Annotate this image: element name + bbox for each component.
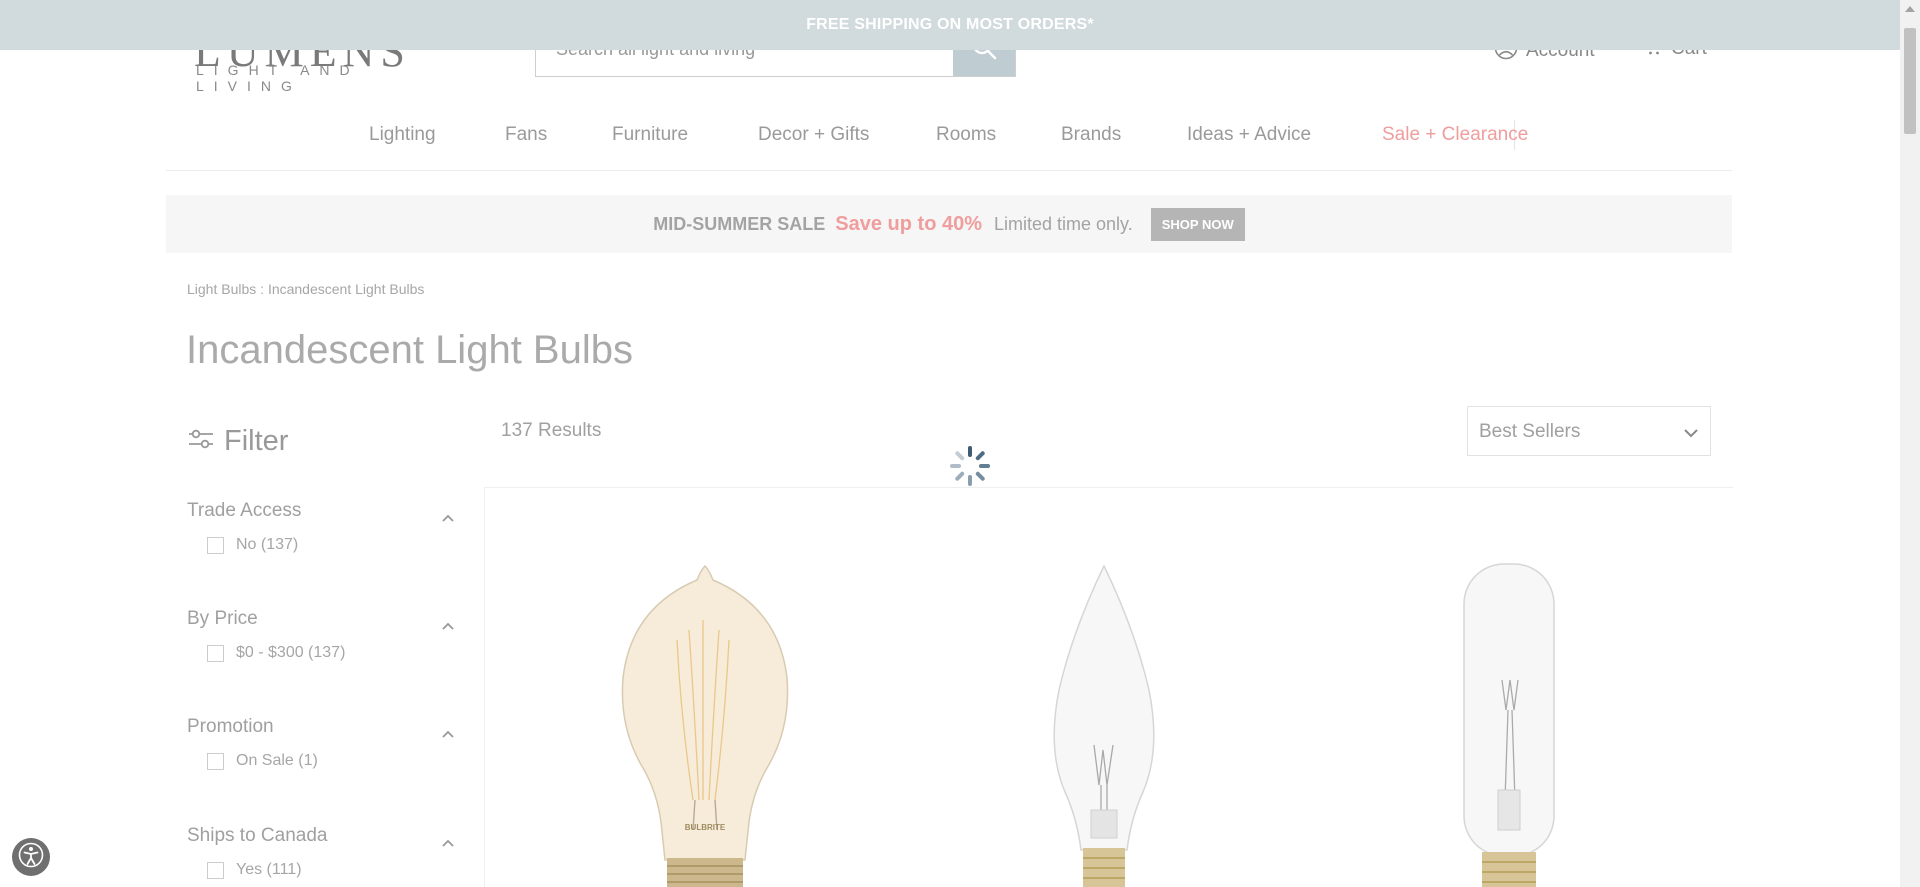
nav-item-lighting[interactable]: Lighting [369,124,436,146]
shop-now-button[interactable]: SHOP NOW [1150,207,1245,241]
filter-checkbox[interactable] [207,861,224,879]
filter-group-title: Trade Access [187,500,302,521]
filter-group-promotion: Promotion On Sale (1) [187,716,454,770]
filter-option-label: On Sale (1) [236,752,318,769]
filter-checkbox[interactable] [207,752,224,770]
nav-item-ideas-advice[interactable]: Ideas + Advice [1187,124,1311,146]
product-card[interactable]: BULBRITE [585,560,815,887]
bulb-brand-text: BULBRITE [685,823,726,832]
accessibility-icon [18,842,44,873]
product-image-filament-bulb: BULBRITE [621,564,789,887]
page-title: Incandescent Light Bulbs [186,328,633,372]
sort-select[interactable]: Best Sellers [1467,406,1711,456]
filter-group-title: By Price [187,608,258,629]
sort-value: Best Sellers [1479,421,1581,442]
main-navigation: Lighting Fans Furniture Decor + Gifts Ro… [166,100,1732,171]
filter-option[interactable]: On Sale (1) [207,752,318,770]
promo-highlight: Save up to 40% [835,212,982,235]
filter-option-label: No (137) [236,536,299,553]
loading-spinner-icon [948,444,992,493]
scroll-up-arrow-icon[interactable] [1900,0,1920,18]
promo-label: MID-SUMMER SALE [653,213,826,234]
chevron-up-icon [442,506,454,528]
promo-note: Limited time only. [994,213,1133,234]
filter-group-title: Ships to Canada [187,825,328,846]
filter-option-label: $0 - $300 (137) [236,644,346,661]
nav-item-fans[interactable]: Fans [505,124,547,146]
filter-group-price: By Price $0 - $300 (137) [187,608,454,662]
logo-tagline: LIGHT AND LIVING [196,62,360,94]
free-shipping-banner: FREE SHIPPING ON MOST ORDERS* [0,0,1900,50]
chevron-down-icon [1684,425,1698,443]
filter-option[interactable]: No (137) [207,536,298,554]
scrollbar-thumb[interactable] [1904,28,1916,134]
vertical-scrollbar[interactable] [1900,0,1920,887]
filter-label: Filter [224,425,289,457]
page: LUMENS LIGHT AND LIVING Account Cart FRE… [0,0,1900,887]
breadcrumb[interactable]: Light Bulbs : Incandescent Light Bulbs [187,281,424,297]
product-card[interactable] [989,560,1219,887]
chevron-up-icon [442,614,454,636]
nav-item-rooms[interactable]: Rooms [936,124,996,146]
filter-group-title: Promotion [187,716,274,737]
nav-item-brands[interactable]: Brands [1061,124,1121,146]
filter-option[interactable]: Yes (111) [207,861,302,879]
filter-heading: Filter [188,425,288,458]
promo-banner: MID-SUMMER SALE Save up to 40% Limited t… [166,195,1732,253]
filter-option-label: Yes (111) [236,861,302,878]
nav-item-sale-clearance[interactable]: Sale + Clearance [1382,124,1528,146]
nav-item-furniture[interactable]: Furniture [612,124,688,146]
filter-option[interactable]: $0 - $300 (137) [207,644,345,662]
filter-group-header[interactable]: By Price [187,608,454,632]
product-image-tubular-bulb [1463,563,1555,887]
results-count: 137 Results [501,420,602,441]
filter-group-trade-access: Trade Access No (137) [187,500,454,554]
accessibility-button[interactable] [12,838,50,876]
chevron-up-icon [442,722,454,744]
product-image-candelabra-bulb [1053,564,1155,887]
filter-checkbox[interactable] [207,536,224,554]
nav-item-decor-gifts[interactable]: Decor + Gifts [758,124,869,146]
filter-group-ships-to-canada: Ships to Canada Yes (111) [187,825,454,879]
filter-sliders-icon [188,425,214,458]
filter-group-header[interactable]: Promotion [187,716,454,740]
chevron-up-icon [442,831,454,853]
filter-group-header[interactable]: Ships to Canada [187,825,454,849]
filter-checkbox[interactable] [207,644,224,662]
banner-text: FREE SHIPPING ON MOST ORDERS* [806,16,1094,33]
filter-group-header[interactable]: Trade Access [187,500,454,524]
product-card[interactable] [1394,560,1624,887]
